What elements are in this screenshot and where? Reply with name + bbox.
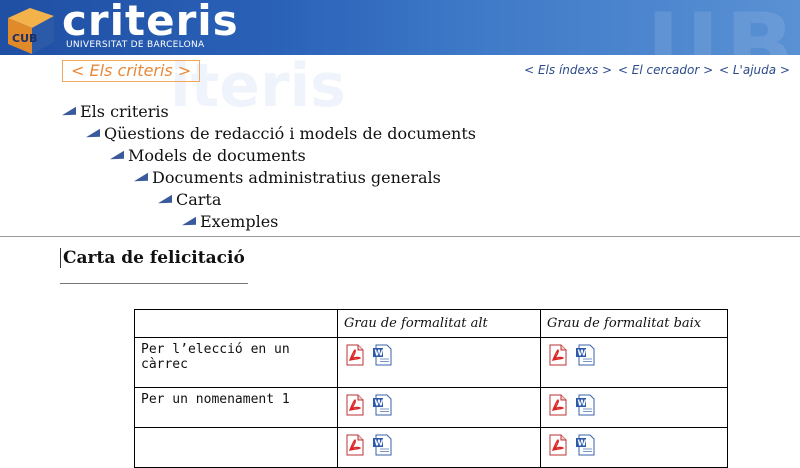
pdf-icon[interactable] xyxy=(547,434,569,456)
arrow-left-icon xyxy=(86,128,100,141)
header-banner: UB CUB criteris UNIVERSITAT DE BARCELONA xyxy=(0,0,800,55)
row-label xyxy=(134,427,338,468)
icon-group: W xyxy=(344,392,534,416)
svg-text:W: W xyxy=(375,349,384,358)
svg-text:W: W xyxy=(578,399,587,408)
arrow-left-icon xyxy=(158,194,172,207)
link-els-index[interactable]: < Els índexs > xyxy=(524,63,612,77)
icon-group: W xyxy=(547,432,721,456)
breadcrumb-item-models[interactable]: Models de documents xyxy=(110,145,306,167)
cub-logo-icon[interactable]: CUB xyxy=(4,2,58,55)
icon-group: W xyxy=(547,392,721,416)
cell-alt: W xyxy=(337,387,541,428)
arrow-left-icon xyxy=(182,216,196,229)
word-doc-icon[interactable]: W xyxy=(575,344,597,366)
pdf-icon[interactable] xyxy=(547,344,569,366)
cell-alt: W xyxy=(337,337,541,388)
pdf-icon[interactable] xyxy=(344,434,366,456)
table-header-row: Grau de formalitat alt Grau de formalita… xyxy=(134,309,728,338)
table-row: W W xyxy=(134,427,728,468)
cell-baix: W xyxy=(540,337,728,388)
link-el-cercador[interactable]: < El cercador > xyxy=(618,63,713,77)
page-title: Carta de felicitació xyxy=(60,248,245,268)
cell-baix: W xyxy=(540,427,728,468)
svg-text:W: W xyxy=(578,349,587,358)
table-header-formal-baix: Grau de formalitat baix xyxy=(540,309,728,338)
title-underline xyxy=(60,283,248,284)
brand-name[interactable]: criteris xyxy=(62,0,239,45)
icon-group: W xyxy=(547,342,721,366)
pdf-icon[interactable] xyxy=(344,394,366,416)
breadcrumb-item-els-criteris[interactable]: Els criteris xyxy=(62,101,169,123)
banner-watermark: UB xyxy=(646,0,800,55)
arrow-left-icon xyxy=(110,150,124,163)
arrow-left-icon xyxy=(134,172,148,185)
breadcrumb-item-carta[interactable]: Carta xyxy=(158,189,221,211)
icon-group: W xyxy=(344,342,534,366)
row-label: Per un nomenament 1 xyxy=(134,387,338,428)
brand-subtitle: UNIVERSITAT DE BARCELONA xyxy=(66,40,205,50)
breadcrumb-item-exemples[interactable]: Exemples xyxy=(182,211,278,233)
word-doc-icon[interactable]: W xyxy=(372,434,394,456)
svg-text:CUB: CUB xyxy=(12,32,37,45)
table-row: Per un nomenament 1 W W xyxy=(134,387,728,428)
documents-table: Grau de formalitat alt Grau de formalita… xyxy=(134,309,728,468)
icon-group: W xyxy=(344,432,534,456)
svg-text:W: W xyxy=(375,439,384,448)
svg-text:W: W xyxy=(578,439,587,448)
word-doc-icon[interactable]: W xyxy=(575,434,597,456)
pdf-icon[interactable] xyxy=(547,394,569,416)
word-doc-icon[interactable]: W xyxy=(575,394,597,416)
section-link-els-criteris[interactable]: < Els criteris > xyxy=(62,60,201,82)
pdf-icon[interactable] xyxy=(344,344,366,366)
breadcrumb-item-questions[interactable]: Qüestions de redacció i models de docume… xyxy=(86,123,476,145)
row-label: Per l’elecció en un càrrec xyxy=(134,337,338,388)
svg-text:W: W xyxy=(375,399,384,408)
divider xyxy=(0,236,800,237)
cell-baix: W xyxy=(540,387,728,428)
table-header-formal-alt: Grau de formalitat alt xyxy=(337,309,541,338)
link-lajuda[interactable]: < L'ajuda > xyxy=(719,63,790,77)
top-links: < Els índexs > < El cercador > < L'ajuda… xyxy=(522,63,790,77)
word-doc-icon[interactable]: W xyxy=(372,344,394,366)
section-nav: iteris < Els criteris > < Els índexs > <… xyxy=(0,51,800,121)
arrow-left-icon xyxy=(62,106,76,119)
cell-alt: W xyxy=(337,427,541,468)
breadcrumb-item-documents[interactable]: Documents administratius generals xyxy=(134,167,441,189)
table-header-empty xyxy=(134,309,338,338)
word-doc-icon[interactable]: W xyxy=(372,394,394,416)
table-row: Per l’elecció en un càrrec W W xyxy=(134,337,728,388)
